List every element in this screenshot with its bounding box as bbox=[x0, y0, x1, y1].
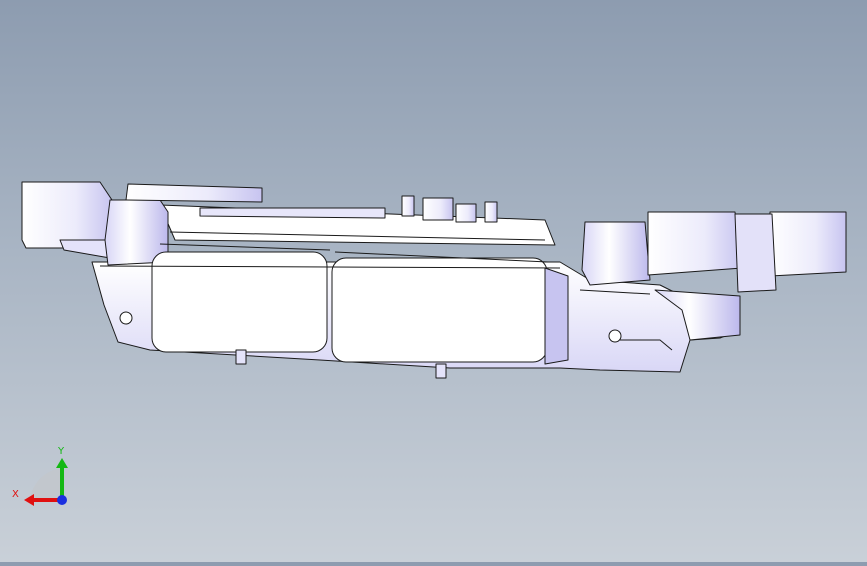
coordinate-triad: Y X bbox=[10, 440, 80, 510]
top-boss-4 bbox=[484, 201, 498, 223]
mount-hole-right bbox=[608, 329, 622, 343]
right-mid-block bbox=[734, 213, 777, 293]
right-far-block bbox=[769, 211, 847, 277]
mount-hole-left bbox=[119, 311, 133, 325]
y-axis-label: Y bbox=[57, 446, 65, 457]
z-axis-dot bbox=[57, 495, 67, 505]
bottom-pin-2 bbox=[435, 363, 447, 379]
left-end-block bbox=[21, 181, 113, 249]
connector-side bbox=[544, 267, 569, 365]
right-upper-block bbox=[581, 221, 651, 286]
model-part bbox=[21, 181, 847, 379]
top-boss-3 bbox=[455, 203, 477, 223]
triad-plane bbox=[30, 468, 62, 500]
top-rail-slot bbox=[199, 207, 386, 219]
x-axis-label: X bbox=[12, 489, 19, 500]
right-end-block bbox=[647, 211, 743, 276]
connector-window-right bbox=[331, 257, 548, 363]
x-axis-arrow bbox=[24, 494, 34, 506]
left-tab bbox=[59, 239, 111, 259]
top-boss-1 bbox=[401, 195, 415, 217]
bottom-pin-1 bbox=[235, 349, 247, 365]
top-cap-left bbox=[125, 183, 263, 203]
y-axis-arrow bbox=[56, 458, 68, 468]
top-boss-2 bbox=[422, 197, 454, 221]
3d-model-view[interactable] bbox=[0, 0, 867, 562]
cad-viewport[interactable] bbox=[0, 0, 867, 562]
